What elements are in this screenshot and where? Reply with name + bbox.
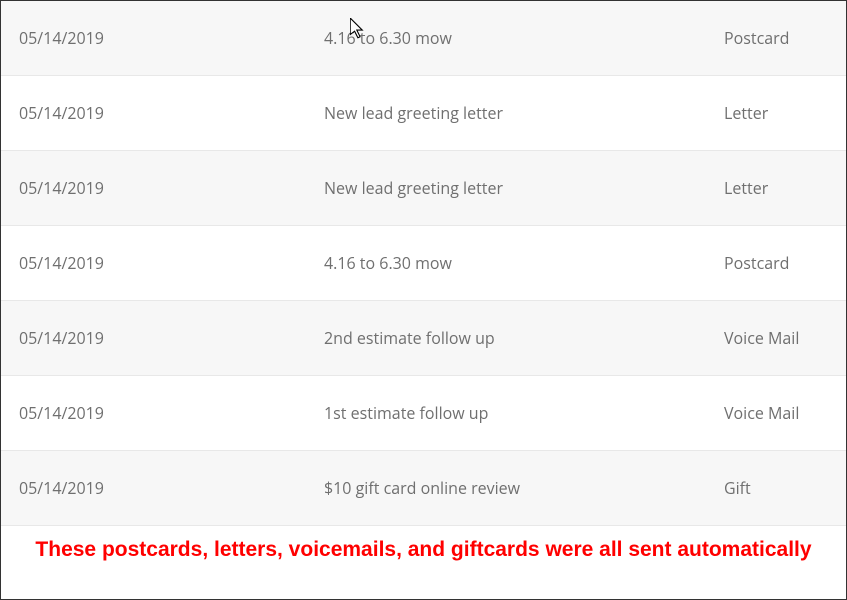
cell-description: 1st estimate follow up xyxy=(324,402,724,424)
cell-date: 05/14/2019 xyxy=(19,402,324,424)
cell-description: $10 gift card online review xyxy=(324,477,724,499)
cell-date: 05/14/2019 xyxy=(19,477,324,499)
table-row[interactable]: 05/14/2019 $10 gift card online review G… xyxy=(1,451,846,526)
cell-description: 4.16 to 6.30 mow xyxy=(324,252,724,274)
cell-type: Gift xyxy=(724,477,828,499)
cell-type: Postcard xyxy=(724,252,828,274)
cell-type: Letter xyxy=(724,177,828,199)
cell-description: New lead greeting letter xyxy=(324,102,724,124)
table-row[interactable]: 05/14/2019 New lead greeting letter Lett… xyxy=(1,76,846,151)
table-row[interactable]: 05/14/2019 1st estimate follow up Voice … xyxy=(1,376,846,451)
cell-date: 05/14/2019 xyxy=(19,27,324,49)
cell-type: Postcard xyxy=(724,27,828,49)
cell-description: 4.16 to 6.30 mow xyxy=(324,27,724,49)
caption-text: These postcards, letters, voicemails, an… xyxy=(1,526,846,571)
cell-date: 05/14/2019 xyxy=(19,177,324,199)
table-row[interactable]: 05/14/2019 4.16 to 6.30 mow Postcard xyxy=(1,226,846,301)
cell-type: Letter xyxy=(724,102,828,124)
cell-description: New lead greeting letter xyxy=(324,177,724,199)
activity-table: 05/14/2019 4.16 to 6.30 mow Postcard 05/… xyxy=(1,1,846,526)
cell-description: 2nd estimate follow up xyxy=(324,327,724,349)
table-row[interactable]: 05/14/2019 New lead greeting letter Lett… xyxy=(1,151,846,226)
table-row[interactable]: 05/14/2019 4.16 to 6.30 mow Postcard xyxy=(1,1,846,76)
cell-type: Voice Mail xyxy=(724,327,828,349)
cell-type: Voice Mail xyxy=(724,402,828,424)
table-row[interactable]: 05/14/2019 2nd estimate follow up Voice … xyxy=(1,301,846,376)
cell-date: 05/14/2019 xyxy=(19,327,324,349)
cell-date: 05/14/2019 xyxy=(19,102,324,124)
cell-date: 05/14/2019 xyxy=(19,252,324,274)
table-container: 05/14/2019 4.16 to 6.30 mow Postcard 05/… xyxy=(1,1,846,571)
